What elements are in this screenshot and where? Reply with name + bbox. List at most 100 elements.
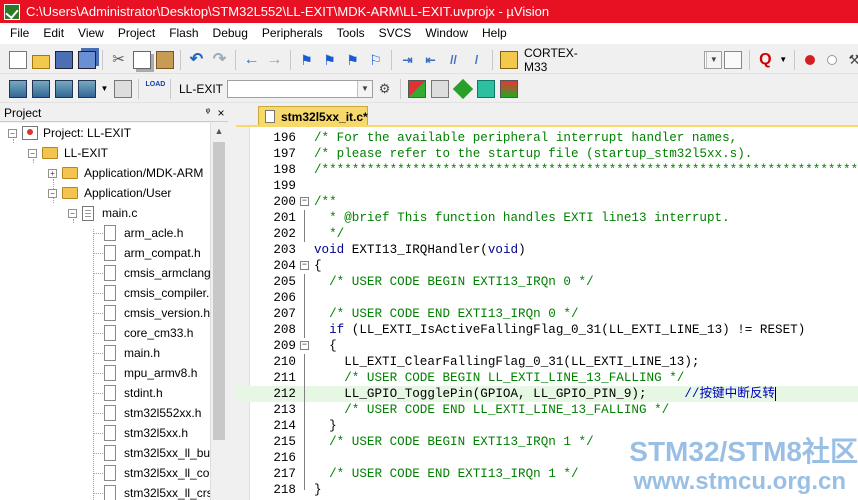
menu-window[interactable]: Window — [418, 23, 475, 44]
tree-header-file[interactable]: mpu_armv8.h — [104, 363, 197, 383]
breakpoint-icon[interactable] — [804, 54, 815, 65]
clear-bookmarks-icon[interactable]: ⚐ — [367, 51, 385, 69]
code-line[interactable]: 217 /* USER CODE END EXTI13_IRQn 1 */ — [236, 466, 858, 482]
tree-header-file[interactable]: cmsis_compiler.h — [104, 283, 210, 303]
code-editor[interactable]: 196 /* For the available peripheral inter… — [236, 127, 858, 500]
code-line[interactable]: 210 LL_EXTI_ClearFallingFlag_0_31(LL_EXT… — [236, 354, 858, 370]
tree-group-user[interactable]: − Application/User — [48, 183, 171, 203]
tree-header-file[interactable]: cmsis_armclang.h — [104, 263, 210, 283]
copy-icon[interactable] — [132, 50, 151, 69]
new-file-icon[interactable] — [8, 50, 27, 69]
collapse-icon[interactable]: − — [28, 148, 37, 158]
code-line[interactable]: 197 /* please refer to the startup file (… — [236, 146, 858, 162]
indent-icon[interactable]: ⇥ — [399, 51, 417, 69]
stop-build-icon[interactable] — [113, 79, 132, 98]
navigate-forward-icon[interactable]: → — [266, 51, 284, 69]
code-line[interactable]: 214 } — [236, 418, 858, 434]
code-line[interactable]: 216 — [236, 450, 858, 466]
menu-view[interactable]: View — [71, 23, 111, 44]
software-packs-icon[interactable] — [476, 79, 495, 98]
scroll-up-icon[interactable]: ▲ — [211, 123, 227, 140]
fold-collapse-icon[interactable]: − — [300, 197, 309, 206]
collapse-icon[interactable]: − — [8, 128, 17, 138]
code-line[interactable]: 201 * @brief This function handles EXTI … — [236, 210, 858, 226]
paste-icon[interactable] — [155, 50, 174, 69]
save-icon[interactable] — [54, 50, 73, 69]
disable-breakpoint-icon[interactable] — [826, 54, 837, 65]
tree-header-file[interactable]: stm32l5xx.h — [104, 423, 188, 443]
tree-group-mdk-arm[interactable]: + Application/MDK-ARM — [48, 163, 203, 183]
collapse-icon[interactable]: − — [68, 208, 77, 218]
tree-file-main-c[interactable]: − main.c — [68, 203, 137, 223]
project-tree-scrollbar[interactable]: ▲ — [210, 123, 227, 500]
menu-file[interactable]: File — [3, 23, 36, 44]
open-file-icon[interactable] — [31, 54, 50, 69]
fold-collapse-icon[interactable]: − — [300, 261, 309, 270]
scrollbar-thumb[interactable] — [213, 142, 225, 440]
bookmark-icon[interactable]: ⚑ — [298, 51, 316, 69]
tree-header-file[interactable]: main.h — [104, 343, 160, 363]
find-in-files-icon[interactable] — [724, 50, 743, 69]
chevron-down-icon[interactable]: ▼ — [101, 80, 109, 98]
select-packs-icon[interactable] — [430, 79, 449, 98]
collapse-icon[interactable]: − — [48, 188, 57, 198]
manage-components-icon[interactable] — [407, 79, 426, 98]
code-line[interactable]: 213 /* USER CODE END LL_EXTI_LINE_13_FAL… — [236, 402, 858, 418]
uvision-app-icon[interactable] — [4, 3, 20, 20]
uncomment-icon[interactable]: / — [468, 51, 486, 69]
run-time-environment-icon[interactable] — [499, 79, 518, 98]
code-line[interactable]: 209− { — [236, 338, 858, 354]
code-line[interactable]: 206 — [236, 290, 858, 306]
code-line[interactable]: 208 if (LL_EXTI_IsActiveFallingFlag_0_31… — [236, 322, 858, 338]
code-line[interactable]: 198 /************************************… — [236, 162, 858, 178]
menu-tools[interactable]: Tools — [330, 23, 372, 44]
pack-installer-icon[interactable] — [452, 78, 473, 99]
chevron-down-icon[interactable]: ▼ — [779, 51, 787, 69]
cut-icon[interactable]: ✂ — [110, 51, 128, 69]
redo-icon[interactable]: ↷ — [211, 51, 229, 69]
menu-flash[interactable]: Flash — [162, 23, 205, 44]
prev-bookmark-icon[interactable]: ⚑ — [321, 51, 339, 69]
code-line[interactable]: 207 /* USER CODE END EXTI13_IRQn 0 */ — [236, 306, 858, 322]
menu-debug[interactable]: Debug — [206, 23, 255, 44]
close-icon[interactable]: × — [214, 106, 228, 120]
target-options-icon[interactable]: ⚙ — [376, 80, 394, 98]
code-line[interactable]: 212 LL_GPIO_TogglePin(GPIOA, LL_GPIO_PIN… — [236, 386, 858, 402]
menu-peripherals[interactable]: Peripherals — [255, 23, 330, 44]
menu-edit[interactable]: Edit — [36, 23, 71, 44]
target-select[interactable]: ▼ — [227, 79, 374, 98]
tab-stm32l5xx-it-c[interactable]: stm32l5xx_it.c* — [258, 106, 368, 126]
code-line[interactable]: 205 /* USER CODE BEGIN EXTI13_IRQn 0 */ — [236, 274, 858, 290]
tree-header-file[interactable]: core_cm33.h — [104, 323, 193, 343]
tree-target[interactable]: − LL-EXIT — [28, 143, 108, 163]
build-icon[interactable] — [31, 79, 50, 98]
navigate-back-icon[interactable]: ← — [243, 51, 261, 69]
tree-header-file[interactable]: stdint.h — [104, 383, 163, 403]
expand-icon[interactable]: + — [48, 168, 57, 178]
code-line[interactable]: 215 /* USER CODE BEGIN EXTI13_IRQn 1 */ — [236, 434, 858, 450]
tree-header-file[interactable]: arm_acle.h — [104, 223, 183, 243]
tree-header-file[interactable]: stm32l5xx_ll_bus.h — [104, 443, 210, 463]
code-line[interactable]: 200−/** — [236, 194, 858, 210]
unindent-icon[interactable]: ⇤ — [422, 51, 440, 69]
tree-header-file[interactable]: arm_compat.h — [104, 243, 201, 263]
tree-header-file[interactable]: cmsis_version.h — [104, 303, 210, 323]
tree-header-file[interactable]: stm32l552xx.h — [104, 403, 201, 423]
code-line[interactable]: 196 /* For the available peripheral inter… — [236, 130, 858, 146]
menu-help[interactable]: Help — [475, 23, 514, 44]
debug-session-icon[interactable]: Q — [756, 51, 774, 69]
batch-build-icon[interactable] — [77, 79, 96, 98]
load-download-icon[interactable]: LOAD — [146, 80, 166, 98]
rebuild-icon[interactable] — [54, 79, 73, 98]
menu-svcs[interactable]: SVCS — [372, 23, 419, 44]
code-line[interactable]: 218} — [236, 482, 858, 498]
pin-icon[interactable]: ᵠ — [202, 107, 214, 118]
device-dropdown[interactable]: ▼ — [703, 50, 722, 69]
code-line[interactable]: 203 void EXTI13_IRQHandler(void) — [236, 242, 858, 258]
code-line[interactable]: 202 */ — [236, 226, 858, 242]
next-bookmark-icon[interactable]: ⚑ — [344, 51, 362, 69]
comment-icon[interactable]: // — [445, 51, 463, 69]
save-all-icon[interactable] — [77, 50, 96, 69]
code-line[interactable]: 211 /* USER CODE BEGIN LL_EXTI_LINE_13_F… — [236, 370, 858, 386]
configure-icon[interactable]: ⚒ — [845, 51, 858, 69]
